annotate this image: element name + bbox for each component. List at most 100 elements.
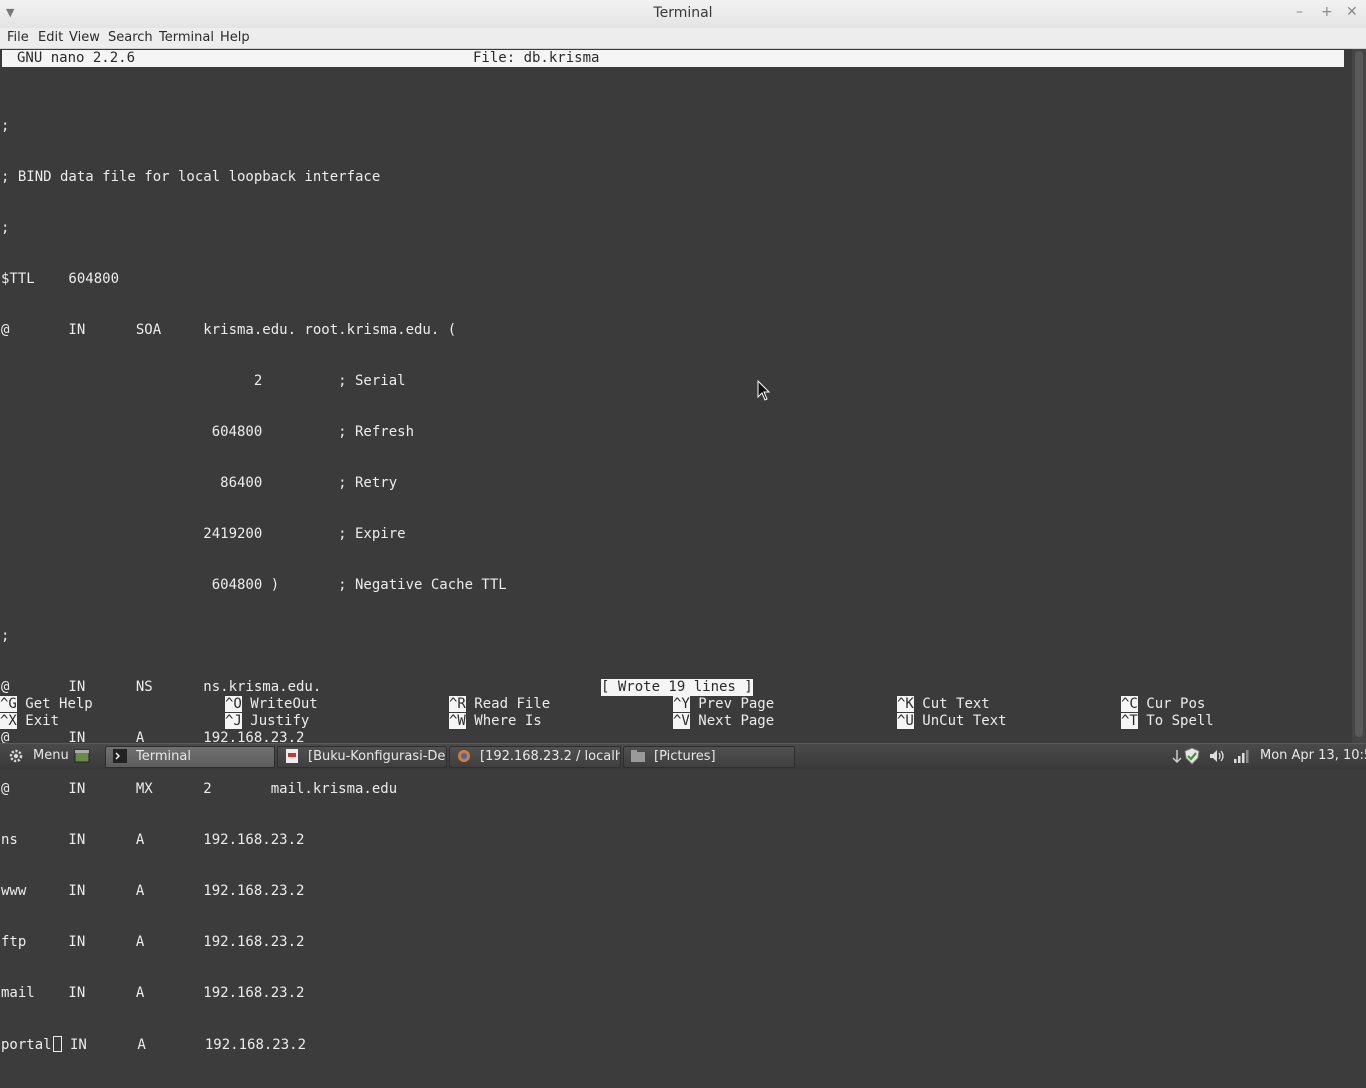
terminal-icon [113,749,127,763]
task-label: [Pictures] [654,749,716,764]
tray-arrow-icon[interactable] [1172,749,1182,763]
shortcut-key: ^X [0,713,17,729]
terminal-scrollbar[interactable] [1352,49,1366,743]
shortcut-label: Next Page [698,713,775,729]
taskbar-item-terminal[interactable]: Terminal [105,746,275,768]
pdf-document-icon [286,749,298,763]
menu-terminal[interactable]: Terminal [159,30,214,45]
shortcut-label: Cur Pos [1146,696,1206,712]
shortcut-where-is[interactable]: ^W Where Is [449,713,542,730]
editor-line: ; [1,220,10,236]
editor-line: 86400 ; Retry [1,475,398,491]
shortcut-key: ^U [897,713,914,729]
line-prefix: portal [1,1037,52,1053]
shortcut-prev-page[interactable]: ^Y Prev Page [673,696,774,713]
editor-line: 2419200 ; Expire [1,526,406,542]
shortcut-get-help[interactable]: ^G Get Help [0,696,93,713]
shortcut-label: WriteOut [250,696,318,712]
nano-version: GNU nano 2.2.6 [17,50,136,66]
shortcut-label: Prev Page [698,696,775,712]
shortcut-exit[interactable]: ^X Exit [0,713,59,730]
maximize-icon[interactable]: + [1321,4,1333,20]
taskbar: Menu Terminal [Buku-Konfigurasi-De... [1… [0,743,1366,769]
editor-line: ; [1,118,10,134]
shortcut-justify[interactable]: ^J Justify [225,713,309,730]
menu-file[interactable]: File [7,30,29,45]
shortcut-key: ^W [449,713,466,729]
editor-line: 604800 ; Refresh [1,424,415,440]
clock[interactable]: Mon Apr 13, 10:55 [1260,748,1366,763]
task-label: [Buku-Konfigurasi-De... [308,749,447,764]
task-label: [192.168.23.2 / localh... [480,749,621,764]
shortcut-key: ^R [449,696,466,712]
shortcut-key: ^Y [673,696,690,712]
browser-icon [458,750,470,762]
editor-line: 604800 ) ; Negative Cache TTL [1,577,507,593]
title-bar[interactable]: ▼ Terminal – + ✕ [0,0,1366,29]
editor-line: @ IN SOA krisma.edu. root.krisma.edu. ( [1,322,457,338]
gear-icon [9,749,23,763]
terminal-window: ▼ Terminal – + ✕ File Edit View Search T… [0,0,1366,1053]
task-label: Terminal [136,749,191,764]
close-icon[interactable]: ✕ [1346,4,1358,20]
shortcut-key: ^J [225,713,242,729]
shortcut-label: To Spell [1146,713,1214,729]
text-cursor [52,1036,62,1052]
nano-title-bar: GNU nano 2.2.6 File: db.krisma [2,50,1344,67]
shortcut-label: Cut Text [922,696,990,712]
shortcut-label: Get Help [25,696,93,712]
show-desktop-icon[interactable] [74,749,90,764]
nano-status-message: [ Wrote 19 lines ] [601,679,753,696]
editor-line: @ IN MX 2 mail.krisma.edu [1,781,398,797]
menu-edit[interactable]: Edit [38,30,63,45]
editor-line: ; BIND data file for local loopback inte… [1,169,381,185]
editor-line: 2 ; Serial [1,373,406,389]
update-manager-icon[interactable] [1183,747,1201,765]
shortcut-next-page[interactable]: ^V Next Page [673,713,774,730]
editor-line: ftp IN A 192.168.23.2 [1,934,305,950]
shortcut-key: ^O [225,696,242,712]
menu-search[interactable]: Search [108,30,153,45]
shortcut-label: Where Is [474,713,542,729]
taskbar-item-document[interactable]: [Buku-Konfigurasi-De... [277,746,447,768]
editor-line: www IN A 192.168.23.2 [1,883,305,899]
nano-file-label: File: db.krisma [473,50,600,66]
editor-content[interactable]: ; ; BIND data file for local loopback in… [1,84,507,1088]
window-title: Terminal [653,5,713,21]
terminal-area[interactable]: GNU nano 2.2.6 File: db.krisma ; ; BIND … [0,49,1352,1053]
minimize-icon[interactable]: – [1296,4,1303,20]
editor-line: ; [1,628,10,644]
shortcut-to-spell[interactable]: ^T To Spell [1121,713,1214,730]
shortcut-read-file[interactable]: ^R Read File [449,696,550,713]
menu-view[interactable]: View [69,30,100,45]
shortcut-cut-text[interactable]: ^K Cut Text [897,696,990,713]
start-menu-button[interactable]: Menu [4,744,70,766]
editor-line: ns IN A 192.168.23.2 [1,832,305,848]
shortcut-key: ^C [1121,696,1138,712]
shortcut-label: Read File [474,696,551,712]
volume-icon[interactable] [1208,748,1226,764]
editor-line: @ IN NS ns.krisma.edu. [1,679,322,695]
shortcut-label: UnCut Text [922,713,1007,729]
menu-help[interactable]: Help [220,30,250,45]
editor-line-cursor: portal IN A 192.168.23.2 [1,1036,507,1054]
shortcut-label: Justify [250,713,310,729]
line-suffix: IN A 192.168.23.2 [61,1037,307,1053]
menu-bar: File Edit View Search Terminal Help [0,28,1366,49]
folder-icon [631,750,645,762]
shortcut-cur-pos[interactable]: ^C Cur Pos [1121,696,1205,713]
taskbar-item-pictures[interactable]: [Pictures] [623,746,795,768]
shortcut-key: ^G [0,696,17,712]
editor-line: $TTL 604800 [1,271,120,287]
shortcut-uncut-text[interactable]: ^U UnCut Text [897,713,1007,730]
editor-line: mail IN A 192.168.23.2 [1,985,305,1001]
shortcut-key: ^K [897,696,914,712]
taskbar-item-browser[interactable]: [192.168.23.2 / localh... [449,746,621,768]
scrollbar-thumb[interactable] [1355,51,1363,737]
shortcut-writeout[interactable]: ^O WriteOut [225,696,318,713]
network-signal-icon[interactable] [1233,748,1249,764]
mouse-pointer-icon [757,380,771,401]
shortcut-key: ^V [673,713,690,729]
menu-label: Menu [33,748,69,763]
shortcut-label: Exit [25,713,60,729]
